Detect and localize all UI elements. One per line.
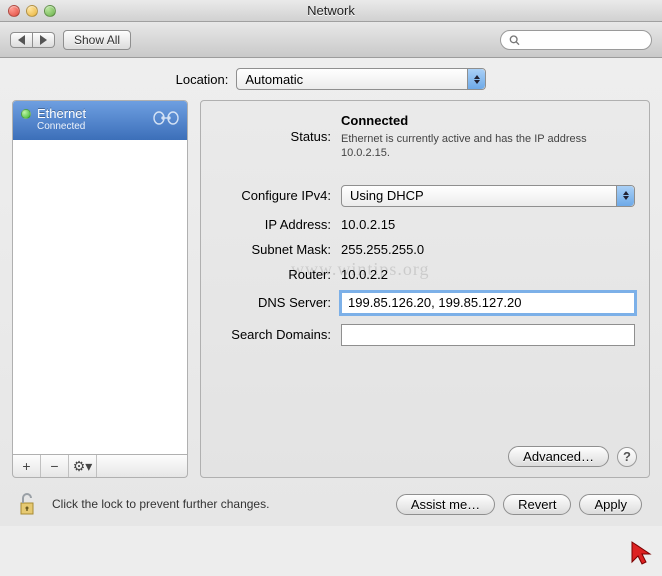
add-service-button[interactable]: + (13, 455, 41, 477)
search-field-wrap[interactable] (500, 30, 652, 50)
bottom-bar: Click the lock to prevent further change… (12, 488, 650, 518)
sidebar-item-sub: Connected (37, 121, 147, 132)
unlocked-lock-icon (17, 492, 39, 516)
status-value: Connected (341, 113, 408, 128)
popup-stepper-icon (467, 69, 485, 89)
cursor-arrow-icon (630, 540, 654, 566)
window-title: Network (0, 3, 662, 18)
window-titlebar: Network (0, 0, 662, 22)
subnet-mask-label: Subnet Mask: (215, 242, 341, 257)
dns-server-label: DNS Server: (215, 295, 341, 310)
toolbar: Show All (0, 22, 662, 58)
lock-button[interactable] (14, 490, 42, 518)
assist-me-button[interactable]: Assist me… (396, 494, 495, 515)
dns-server-input[interactable] (341, 292, 635, 314)
nav-segment (10, 32, 55, 48)
revert-button[interactable]: Revert (503, 494, 571, 515)
router-value: 10.0.2.2 (341, 267, 635, 282)
show-all-button[interactable]: Show All (63, 30, 131, 50)
sidebar-footer: + − ⚙︎▾ (12, 455, 188, 478)
back-button[interactable] (10, 32, 33, 48)
ip-address-value: 10.0.2.15 (341, 217, 635, 232)
location-popup[interactable]: Automatic (236, 68, 486, 90)
services-sidebar: Ethernet Connected + − ⚙︎▾ (12, 100, 188, 478)
service-actions-button[interactable]: ⚙︎▾ (69, 455, 97, 477)
search-domains-input[interactable] (341, 324, 635, 346)
popup-stepper-icon (616, 186, 634, 206)
subnet-mask-value: 255.255.255.0 (341, 242, 635, 257)
location-label: Location: (176, 72, 229, 87)
status-description: Ethernet is currently active and has the… (341, 132, 601, 161)
location-value: Automatic (245, 72, 303, 87)
close-window-button[interactable] (8, 5, 20, 17)
configure-ipv4-value: Using DHCP (350, 188, 424, 203)
ethernet-icon (153, 111, 179, 128)
zoom-window-button[interactable] (44, 5, 56, 17)
ip-address-label: IP Address: (215, 217, 341, 232)
advanced-button[interactable]: Advanced… (508, 446, 609, 467)
minimize-window-button[interactable] (26, 5, 38, 17)
help-button[interactable]: ? (617, 447, 637, 467)
search-input[interactable] (524, 33, 643, 47)
status-dot-connected-icon (21, 109, 31, 119)
apply-button[interactable]: Apply (579, 494, 642, 515)
forward-button[interactable] (33, 32, 55, 48)
gear-icon: ⚙︎▾ (73, 458, 93, 475)
sidebar-item-label: Ethernet (37, 107, 147, 121)
sidebar-item-ethernet[interactable]: Ethernet Connected (13, 101, 187, 140)
lock-text: Click the lock to prevent further change… (52, 497, 269, 511)
router-label: Router: (215, 267, 341, 282)
chevron-left-icon (18, 35, 25, 45)
search-icon (509, 34, 520, 46)
search-domains-label: Search Domains: (215, 327, 341, 342)
chevron-right-icon (40, 35, 47, 45)
detail-panel: www.wintips.org Status: Connected Ethern… (200, 100, 650, 478)
configure-ipv4-label: Configure IPv4: (215, 188, 341, 203)
status-label: Status: (215, 129, 341, 144)
configure-ipv4-popup[interactable]: Using DHCP (341, 185, 635, 207)
location-row: Location: Automatic (12, 68, 650, 90)
remove-service-button[interactable]: − (41, 455, 69, 477)
